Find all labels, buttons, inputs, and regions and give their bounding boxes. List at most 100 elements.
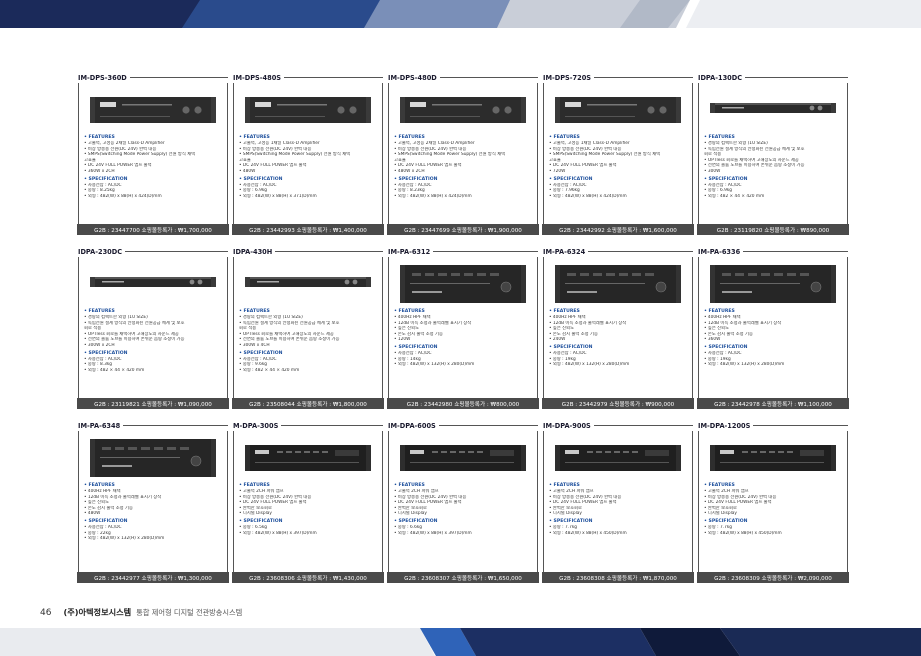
product-card: IM-PA-6324 • FEATURES • 400Hz HPF 채택 • 12dB… [542,246,694,409]
header-rule [123,425,228,426]
product-card-body: • FEATURES • 고출력 2CH 파워 앰프 • 비상 방송용 전원(DC … [698,431,848,572]
spec-item: • 외형 : 482(W) x 88(H) x 424(D)mm [84,193,162,199]
price-bar: G2B : 23447700 쇼핑몰등록가 : ₩1,700,000 [77,224,229,235]
product-image [239,86,377,133]
specification-list: • 사용전압 : AC/DC • 중량 : 8.3kg • 외형 : 482 × 4… [84,357,222,374]
spec-item: • 외형 : 482 × 44 × 420 mm [84,367,145,373]
product-card: M-DPA-300S • FEATURES • 고출력 2CH 파워 앰프 • 비상 … [232,420,384,583]
header-rule [753,425,848,426]
features-list: • 400Hz HPF 채택 • 12dB 이득 조정과 출력레벨 표시기 장착 •… [704,315,842,343]
price-bar: G2B : 23608309 쇼핑몰등록가 : ₩2,090,000 [697,572,849,583]
spec-item: • 외형 : 482(W) x 132(H) x 280(D)mm [704,362,785,368]
specification-list: • 사용전압 : AC/DC • 중량 : 8.25kg • 외형 : 482(W)… [84,183,222,200]
product-card-header: IM-DPA-900S [543,420,693,431]
features-list: • 400Hz HPF 채택 • 12dB 이득 조정과 출력레벨 표시기 장착 •… [84,489,222,517]
product-card: IM-PA-6336 • FEATURES • 400Hz HPF 채택 • 12dB… [697,246,849,409]
price-bar: G2B : 23608308 쇼핑몰등록가 : ₩1,870,000 [542,572,694,583]
specification-list: • 중량 : 7.7kg • 외형 : 482(W) x 88(H) x 450(… [704,525,842,536]
product-card-header: IM-DPA-1200S [698,420,848,431]
product-card-body: • FEATURES • 400Hz HPF 채택 • 12dB 이득 조정과 출력… [698,257,848,398]
feature-item: • 300W x 2CH [84,342,115,348]
product-card: IDPA-430H • FEATURES • 경량의 컴팩트한 외형 (1U SIZ… [232,246,384,409]
feature-item: • 360W [704,337,721,343]
header-rule [129,77,228,78]
page-footer: 46 (주)아텍정보시스템 통합 제어형 디지털 전관방송시스템 [40,606,242,618]
product-card-body: • FEATURES • 고출력, 고성능 1채널 Class-D Amplifi… [233,83,383,224]
header-rule [745,77,848,78]
specification-list: • 사용전압 : AC/DC • 중량 : 19kg • 외형 : 482(W) x… [704,351,842,368]
feature-item: • 디지털 Display [394,511,427,517]
product-image [549,86,687,133]
product-card-header: IM-DPS-480D [388,72,538,83]
spec-item: • 외형 : 482(W) x 88(H) x 397(D)mm [394,530,472,536]
specification-list: • 사용전압 : AC/DC • 중량 : 22kg • 외형 : 482(W) x… [84,525,222,542]
feature-item: • 360W x 2CH [84,168,115,174]
product-card-body: • FEATURES • 400Hz HPF 채택 • 12dB 이득 조정과 출력… [388,257,538,398]
product-card: IM-DPA-900S • FEATURES • 고출력 2CH 파워 앰프 • 비상… [542,420,694,583]
specification-list: • 사용전압 : AC/DC • 중량 : 7.96kg • 외형 : 482(W)… [549,183,687,200]
product-card: IM-DPS-360D • FEATURES • 고출력, 고성능 2채널 Clas… [77,72,229,235]
product-model-name: IM-DPA-600S [388,421,436,430]
header-rule [439,77,538,78]
product-image [394,434,532,481]
feature-item: • 300W [704,168,721,174]
specification-list: • 사용전압 : AC/DC • 중량 : 8.23kg • 외형 : 482(W)… [394,183,532,200]
product-image [394,86,532,133]
product-image [84,86,222,133]
product-image [704,86,842,133]
specification-list: • 중량 : 6.5kg • 외형 : 482(W) x 88(H) x 397(… [239,525,377,536]
price-bar: G2B : 23442978 쇼핑몰등록가 : ₩1,100,000 [697,398,849,409]
product-card-body: • FEATURES • 경량의 컴팩트한 외형 (1U SIZE) • 독립전원 … [78,257,228,398]
product-model-name: IDPA-130DC [698,73,743,82]
specification-list: • 중량 : 7.7kg • 외형 : 482(W) x 88(H) x 450(… [549,525,687,536]
feature-item: • 240W [549,337,566,343]
price-bar: G2B : 23442993 쇼핑몰등록가 : ₩1,400,000 [232,224,384,235]
product-card-body: • FEATURES • 고출력, 고성능 2채널 Class-D Amplifi… [78,83,228,224]
spec-item: • 외형 : 482(W) x 132(H) x 280(D)mm [394,362,475,368]
product-image [84,434,222,481]
features-list: • 경량의 컴팩트한 외형 (1U SIZE) • 독립전원 설계 방식의 안정화… [239,315,377,349]
features-list: • 경량의 컴팩트한 외형 (1U SIZE) • 독립전원 설계 방식의 안정화… [704,141,842,175]
company-name: (주)아텍정보시스템 [63,607,132,617]
features-list: • 고출력 2CH 파워 앰프 • 비상 방송용 전원(DC 24V) 완벽 대응… [704,489,842,517]
header-rule [743,251,848,252]
product-card-header: IM-DPS-720S [543,72,693,83]
features-list: • 고출력 2CH 파워 앰프 • 비상 방송용 전원(DC 24V) 완벽 대응… [239,489,377,517]
feature-item: • 480W x 2CH [394,168,425,174]
spec-item: • 외형 : 482(W) x 88(H) x 397(D)mm [239,530,317,536]
features-list: • 고출력, 고성능 2채널 Class-D Amplifier • 비상 방송용… [84,141,222,175]
product-card: IM-DPS-480D • FEATURES • 고출력, 고성능 2채널 Clas… [387,72,539,235]
product-image [84,260,222,307]
price-bar: G2B : 23442977 쇼핑몰등록가 : ₩1,300,000 [77,572,229,583]
price-bar: G2B : 23442979 쇼핑몰등록가 : ₩900,000 [542,398,694,409]
product-card-body: • FEATURES • 경량의 컴팩트한 외형 (1U SIZE) • 독립전원 … [698,83,848,224]
header-rule [438,425,538,426]
product-card-body: • FEATURES • 고출력, 고성능 2채널 Class-D Amplifi… [388,83,538,224]
features-list: • 고출력, 고성능 1채널 Class-D Amplifier • 비상 방송용… [549,141,687,175]
product-card: IM-DPS-720S • FEATURES • 고출력, 고성능 1채널 Clas… [542,72,694,235]
header-rule [281,425,383,426]
product-card: IM-PA-6312 • FEATURES • 400Hz HPF 채택 • 12dB… [387,246,539,409]
header-rule [593,425,693,426]
price-bar: G2B : 23119821 쇼핑몰등록가 : ₩1,090,000 [77,398,229,409]
spec-item: • 외형 : 482(W) x 132(H) x 280(D)mm [84,536,165,542]
product-model-name: IDPA-230DC [78,247,123,256]
header-rule [284,77,383,78]
product-card: IM-DPS-480S • FEATURES • 고출력, 고성능 1채널 Clas… [232,72,384,235]
spec-item: • 외형 : 482(W) x 88(H) x 424(D)mm [549,193,627,199]
top-stripe-decoration [0,0,921,28]
product-model-name: IM-PA-6324 [543,247,586,256]
header-rule [125,251,228,252]
specification-list: • 사용전압 : AC/DC • 중량 : 9.6kg • 외형 : 482 × 4… [239,357,377,374]
product-card-header: IM-PA-6336 [698,246,848,257]
header-rule [588,251,693,252]
product-card-header: IM-PA-6324 [543,246,693,257]
spec-item: • 외형 : 482(W) x 88(H) x 424(D)mm [394,193,472,199]
product-card-body: • FEATURES • 고출력 2CH 파워 앰프 • 비상 방송용 전원(DC … [543,431,693,572]
price-bar: G2B : 23508044 쇼핑몰등록가 : ₩1,800,000 [232,398,384,409]
product-model-name: IM-DPS-720S [543,73,592,82]
feature-item: • 480W [239,168,256,174]
features-list: • 400Hz HPF 채택 • 12dB 이득 조정과 출력레벨 표시기 장착 •… [549,315,687,343]
product-card-body: • FEATURES • 고출력 2CH 파워 앰프 • 비상 방송용 전원(DC … [233,431,383,572]
spec-item: • 외형 : 482(W) x 88(H) x 371(D)mm [239,193,317,199]
